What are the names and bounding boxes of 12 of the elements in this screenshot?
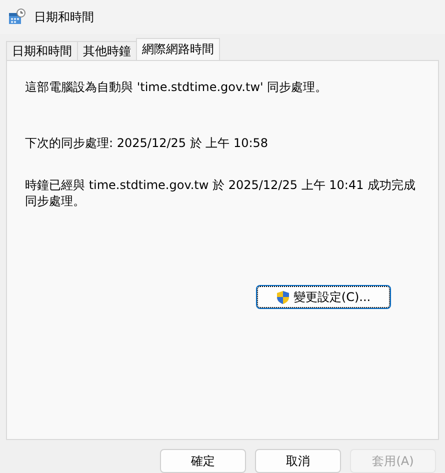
dialog-button[interactable]: 取消 (255, 449, 341, 473)
tab[interactable]: 其他時鐘 (77, 41, 137, 60)
calendar-clock-icon (8, 8, 26, 26)
dialog-button[interactable]: 確定 (160, 449, 246, 473)
message-text: 這部電腦設為自動與 'time.stdtime.gov.tw' 同步處理。 (25, 79, 328, 95)
tab[interactable]: 網際網路時間 (136, 38, 220, 60)
shield-icon (276, 290, 290, 304)
change-settings-button[interactable]: 變更設定(C)... (257, 286, 390, 308)
message-text: 下次的同步處理: 2025/12/25 於 上午 10:58 (25, 135, 270, 151)
message-text: 時鐘已經與 time.stdtime.gov.tw 於 2025/12/25 上午 10:41 成功完成同步處理。 (25, 177, 417, 209)
tab[interactable]: 日期和時間 (6, 41, 78, 60)
window-title: 日期和時間 (34, 8, 94, 26)
